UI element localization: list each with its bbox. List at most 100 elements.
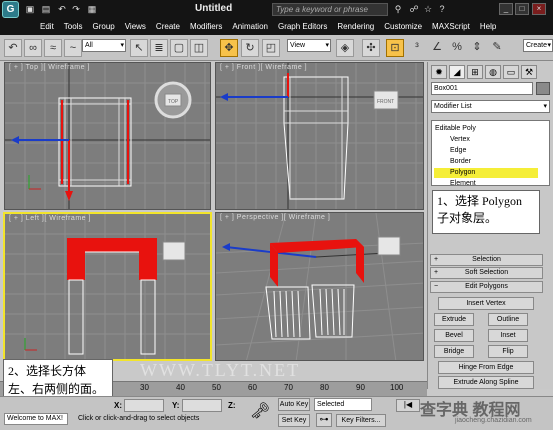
viewport-label-left[interactable]: [ + ] Left ][ Wireframe ]	[9, 215, 91, 222]
viewport-label-front[interactable]: [ + ] Front ][ Wireframe ]	[220, 64, 307, 71]
angle-snap-icon[interactable]: ∠	[428, 39, 446, 57]
viewport-label-perspective[interactable]: [ + ] Perspective ][ Wireframe ]	[220, 214, 330, 221]
flip-button[interactable]: Flip	[488, 345, 528, 358]
bind-spacewarp-icon[interactable]: ~	[64, 39, 82, 57]
undo-button[interactable]: ↶	[4, 39, 22, 57]
undo-icon[interactable]: ↶	[56, 3, 68, 15]
object-name-field[interactable]: Box001	[431, 82, 533, 95]
project-icon[interactable]: ▦	[86, 3, 98, 15]
minimize-button[interactable]: _	[499, 3, 513, 15]
set-key-icon[interactable]: ⊶	[316, 413, 332, 427]
menu-create[interactable]: Create	[156, 22, 180, 31]
object-color-swatch[interactable]	[536, 82, 550, 95]
menu-edit[interactable]: Edit	[40, 22, 54, 31]
maximize-button[interactable]: □	[515, 3, 529, 15]
menu-graph-editors[interactable]: Graph Editors	[278, 22, 327, 31]
go-to-start-icon[interactable]: |◀	[396, 399, 420, 412]
named-selection-icon[interactable]: ✎	[488, 39, 506, 57]
modify-tab-icon[interactable]: ◢	[449, 65, 465, 79]
y-coordinate-field[interactable]	[182, 399, 222, 412]
key-icon[interactable]: 🗝	[250, 401, 270, 421]
viewport-label-top[interactable]: [ + ] Top ][ Wireframe ]	[9, 64, 90, 71]
menu-help[interactable]: Help	[480, 22, 496, 31]
menu-maxscript[interactable]: MAXScript	[432, 22, 470, 31]
time-tick: 30	[140, 383, 149, 392]
stack-item-editable-poly[interactable]: Editable Poly	[435, 124, 476, 134]
move-icon[interactable]: ✥	[220, 39, 238, 57]
menu-modifiers[interactable]: Modifiers	[190, 22, 222, 31]
rect-selection-icon[interactable]: ▢	[170, 39, 188, 57]
modifier-list-dropdown[interactable]: Modifier List	[431, 100, 550, 113]
select-object-icon[interactable]: ↖	[130, 39, 148, 57]
help-icon[interactable]: ?	[436, 3, 448, 15]
hierarchy-tab-icon[interactable]: ⊞	[467, 65, 483, 79]
maxscript-listener[interactable]: Welcome to MAX!	[4, 413, 68, 425]
stack-item-element[interactable]: Element	[450, 179, 476, 189]
menu-rendering[interactable]: Rendering	[337, 22, 374, 31]
rollout-soft-selection[interactable]: + Soft Selection	[430, 267, 543, 279]
menu-customize[interactable]: Customize	[384, 22, 422, 31]
stack-item-polygon[interactable]: Polygon	[434, 168, 538, 178]
search-input[interactable]: Type a keyword or phrase	[272, 3, 388, 16]
redo-icon[interactable]: ↷	[70, 3, 82, 15]
rotate-icon[interactable]: ↻	[241, 39, 259, 57]
inset-button[interactable]: Inset	[488, 329, 528, 342]
bevel-button[interactable]: Bevel	[434, 329, 474, 342]
window-crossing-icon[interactable]: ◫	[190, 39, 208, 57]
stack-item-border[interactable]: Border	[450, 157, 471, 167]
select-by-name-icon[interactable]: ≣	[150, 39, 168, 57]
time-tick: 80	[320, 383, 329, 392]
menu-group[interactable]: Group	[92, 22, 114, 31]
rollout-selection-label: Selection	[472, 256, 501, 263]
bridge-button[interactable]: Bridge	[434, 345, 474, 358]
auto-key-button[interactable]: Auto Key	[278, 398, 310, 411]
selection-filter-dropdown[interactable]: All	[82, 39, 126, 52]
callout-step-2-line-1: 2、选择长方体	[8, 364, 87, 378]
stack-item-vertex[interactable]: Vertex	[450, 135, 470, 145]
close-button[interactable]: ×	[532, 3, 546, 15]
favorites-icon[interactable]: ☆	[422, 3, 434, 15]
select-manipulate-icon[interactable]: ✣	[362, 39, 380, 57]
display-tab-icon[interactable]: ▭	[503, 65, 519, 79]
unlink-icon[interactable]: ≈	[44, 39, 62, 57]
key-mode-dropdown[interactable]: Selected	[314, 398, 372, 411]
reference-coord-dropdown[interactable]: View	[287, 39, 331, 52]
x-coordinate-field[interactable]	[124, 399, 164, 412]
search-icon[interactable]: ⚲	[392, 3, 404, 15]
scale-icon[interactable]: ◰	[262, 39, 280, 57]
spinner-snap-icon[interactable]: ⇕	[468, 39, 486, 57]
create-tab-icon[interactable]: ✹	[431, 65, 447, 79]
set-key-button[interactable]: Set Key	[278, 414, 310, 427]
viewport-left[interactable]: [ + ] Left ][ Wireframe ]	[3, 212, 212, 361]
window-title: Untitled	[195, 3, 233, 14]
stack-item-edge[interactable]: Edge	[450, 146, 466, 156]
community-icon[interactable]: ☍	[408, 3, 420, 15]
link-icon[interactable]: ∞	[24, 39, 42, 57]
snap-3d-icon[interactable]: ³	[408, 39, 426, 57]
hinge-from-edge-button[interactable]: Hinge From Edge	[438, 361, 534, 374]
outline-button[interactable]: Outline	[488, 313, 528, 326]
prompt-line: Click or click-and-drag to select object…	[78, 415, 200, 422]
app-logo[interactable]: G	[2, 1, 19, 18]
viewport-front[interactable]: FRONT [ + ] Front ][ Wireframe ]	[215, 62, 424, 210]
percent-snap-icon[interactable]: %	[448, 39, 466, 57]
pivot-center-icon[interactable]: ◈	[336, 39, 354, 57]
viewcube-front-label: FRONT	[377, 99, 394, 105]
rollout-selection[interactable]: + Selection	[430, 254, 543, 266]
viewport-perspective[interactable]: [ + ] Perspective ][ Wireframe ]	[215, 212, 424, 361]
motion-tab-icon[interactable]: ◍	[485, 65, 501, 79]
key-filters-button[interactable]: Key Filters...	[336, 414, 386, 427]
menu-views[interactable]: Views	[125, 22, 146, 31]
extrude-along-spline-button[interactable]: Extrude Along Spline	[438, 376, 534, 389]
viewport-top[interactable]: TOP [ + ] Top ][ Wireframe ]	[4, 62, 211, 210]
menu-tools[interactable]: Tools	[64, 22, 83, 31]
open-icon[interactable]: ▣	[24, 3, 36, 15]
keyboard-shortcut-icon[interactable]: ⊡	[386, 39, 404, 57]
utilities-tab-icon[interactable]: ⚒	[521, 65, 537, 79]
save-icon[interactable]: ▤	[40, 3, 52, 15]
menu-animation[interactable]: Animation	[232, 22, 268, 31]
extrude-button[interactable]: Extrude	[434, 313, 474, 326]
rollout-edit-polygons[interactable]: − Edit Polygons	[430, 281, 543, 293]
named-selection-set-dropdown[interactable]: Create	[523, 39, 553, 52]
insert-vertex-button[interactable]: Insert Vertex	[438, 297, 534, 310]
